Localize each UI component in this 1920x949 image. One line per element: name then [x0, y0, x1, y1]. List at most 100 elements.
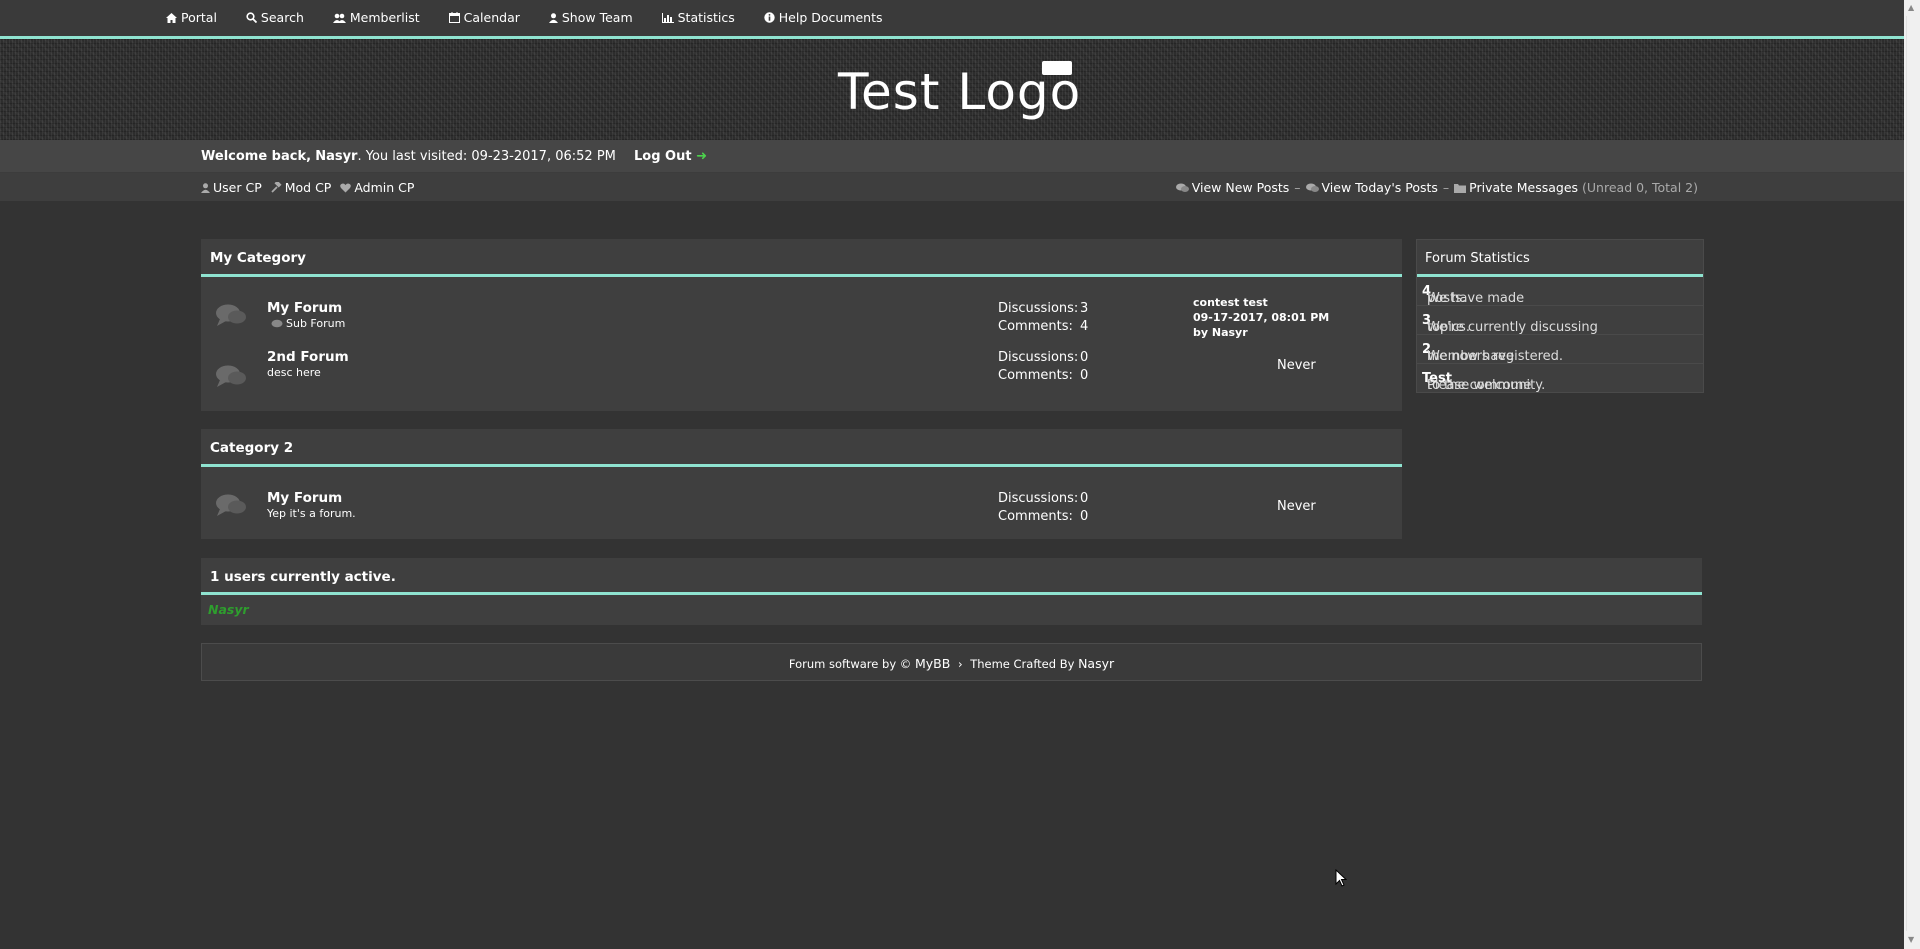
mybb-link[interactable]: MyBB: [915, 656, 950, 671]
subforum-list: Sub Forum: [267, 317, 345, 330]
site-header: Test Logo: [0, 39, 1904, 140]
comments-icon: [1175, 183, 1189, 192]
comments-label: Comments:: [998, 368, 1073, 383]
comments-label: Comments:: [998, 509, 1073, 524]
stats-header: Forum Statistics: [1417, 240, 1703, 277]
nav-show-team-label: Show Team: [561, 10, 633, 25]
logo-tag-shape: [1042, 61, 1072, 75]
forum-name-link[interactable]: 2nd Forum: [267, 349, 349, 365]
online-list: Nasyr: [201, 595, 1702, 625]
user-cp-link[interactable]: User CP: [201, 180, 262, 195]
separator: –: [1294, 180, 1301, 195]
panel-right-links: View New Posts – View Today's Posts – Pr…: [1175, 180, 1698, 195]
last-post-date: 09-17-2017, 08:01 PM: [1193, 311, 1330, 324]
comments-label: Comments:: [998, 319, 1073, 334]
forum-statistics-panel: Forum Statistics We have made 4 posts. W…: [1416, 239, 1704, 393]
home-icon: [166, 12, 177, 23]
forum-row: 2nd Forum desc here Discussions: 0 Commen…: [201, 342, 1402, 403]
forum-comments-icon: [216, 304, 246, 326]
comments-count: 4: [1080, 319, 1089, 334]
last-post-never: Never: [1277, 358, 1316, 373]
welcome-prefix: Welcome back,: [201, 149, 312, 164]
last-post-never: Never: [1277, 499, 1316, 514]
last-visited: . You last visited: 09-23-2017, 06:52 PM: [357, 149, 616, 164]
forum-name-link[interactable]: My Forum: [267, 490, 342, 506]
forum-stats: Discussions: 0 Comments: 0: [998, 349, 1088, 385]
nav-calendar[interactable]: Calendar: [448, 10, 520, 25]
admin-cp-link[interactable]: Admin CP: [340, 180, 414, 195]
user-icon: [548, 12, 558, 23]
scroll-up-icon[interactable]: ▲: [1908, 3, 1914, 12]
mod-cp-label: Mod CP: [284, 180, 332, 195]
last-post-author[interactable]: by Nasyr: [1193, 325, 1329, 340]
user-cp-label: User CP: [213, 180, 262, 195]
stats-posts-row: We have made 4 posts.: [1417, 277, 1703, 306]
pm-counts: (Unread 0, Total 2): [1582, 180, 1698, 195]
discussions-count: 0: [1080, 491, 1089, 506]
hammer-icon: [271, 182, 282, 193]
view-todays-posts-link[interactable]: View Today's Posts: [1322, 180, 1438, 195]
nav-search[interactable]: Search: [246, 10, 304, 25]
nav-portal[interactable]: Portal: [166, 10, 217, 25]
chart-icon: [661, 12, 674, 23]
top-navigation: Portal Search Memberlist Calendar Show T…: [0, 0, 1904, 39]
discussions-label: Discussions:: [998, 491, 1079, 506]
nav-show-team[interactable]: Show Team: [548, 10, 633, 25]
discussions-label: Discussions:: [998, 350, 1079, 365]
discussions-label: Discussions:: [998, 301, 1079, 316]
last-post: contest test 09-17-2017, 08:01 PM by Nas…: [1193, 295, 1329, 340]
site-logo[interactable]: Test Logo: [838, 61, 1080, 125]
nav-help-documents[interactable]: Help Documents: [764, 10, 883, 25]
site-footer: Forum software by © MyBB › Theme Crafted…: [201, 643, 1702, 681]
nav-memberlist[interactable]: Memberlist: [332, 10, 420, 25]
user-panel-bar: User CP Mod CP Admin CP View New Posts –…: [0, 173, 1904, 201]
forum-name-link[interactable]: My Forum: [267, 300, 342, 316]
nav-statistics-label: Statistics: [677, 10, 735, 25]
forum-description: Yep it's a forum.: [267, 507, 356, 520]
users-icon: [332, 13, 346, 23]
online-user-link[interactable]: Nasyr: [208, 602, 249, 617]
scrollbar-thumb[interactable]: [1906, 16, 1919, 931]
logout-label: Log Out: [634, 149, 692, 164]
mod-cp-link[interactable]: Mod CP: [271, 180, 332, 195]
nav-search-label: Search: [260, 10, 304, 25]
nav-portal-label: Portal: [181, 10, 217, 25]
logout-link[interactable]: Log Out ➜: [634, 149, 707, 164]
info-icon: [764, 12, 775, 23]
stats-newest-row: Please welcome Test to the community.: [1417, 364, 1703, 393]
welcome-username[interactable]: Nasyr: [315, 149, 357, 164]
vertical-scrollbar[interactable]: ▲ ▼: [1904, 0, 1920, 949]
subforum-link[interactable]: Sub Forum: [286, 317, 345, 330]
stats-title: Forum Statistics: [1425, 251, 1530, 266]
last-post-title-link[interactable]: contest test: [1193, 295, 1329, 310]
nav-help-documents-label: Help Documents: [778, 10, 883, 25]
nav-calendar-label: Calendar: [463, 10, 520, 25]
category-title[interactable]: My Category: [210, 250, 306, 266]
search-icon: [246, 12, 257, 23]
discussions-count: 3: [1080, 301, 1089, 316]
forum-stats: Discussions: 0 Comments: 0: [998, 490, 1088, 526]
user-icon: [201, 182, 210, 193]
forum-stats: Discussions: 3 Comments: 4: [998, 300, 1088, 336]
scroll-down-icon[interactable]: ▼: [1908, 935, 1914, 944]
footer-theme-text: Theme Crafted By: [970, 657, 1075, 671]
category-title[interactable]: Category 2: [210, 440, 293, 456]
view-new-posts-link[interactable]: View New Posts: [1192, 180, 1290, 195]
nav-statistics[interactable]: Statistics: [661, 10, 735, 25]
admin-cp-label: Admin CP: [354, 180, 415, 195]
online-header: 1 users currently active.: [201, 558, 1702, 595]
nav-memberlist-label: Memberlist: [349, 10, 420, 25]
forum-description: desc here: [267, 366, 321, 379]
private-messages-link[interactable]: Private Messages: [1469, 180, 1578, 195]
theme-author-link[interactable]: Nasyr: [1078, 656, 1114, 671]
forum-comments-icon: [216, 365, 246, 387]
footer-software-text: Forum software by ©: [788, 657, 912, 671]
online-users-panel: 1 users currently active. Nasyr: [201, 558, 1702, 625]
footer-credits: Forum software by © MyBB › Theme Crafted…: [202, 656, 1701, 671]
members-suffix: members registered.: [1427, 349, 1564, 364]
stats-topics-row: We're currently discussing 3 topics.: [1417, 306, 1703, 335]
welcome-message: Welcome back, Nasyr. You last visited: 0…: [201, 149, 707, 164]
online-title: 1 users currently active.: [210, 569, 396, 585]
calendar-icon: [448, 12, 460, 23]
topics-suffix: topics.: [1427, 320, 1470, 335]
